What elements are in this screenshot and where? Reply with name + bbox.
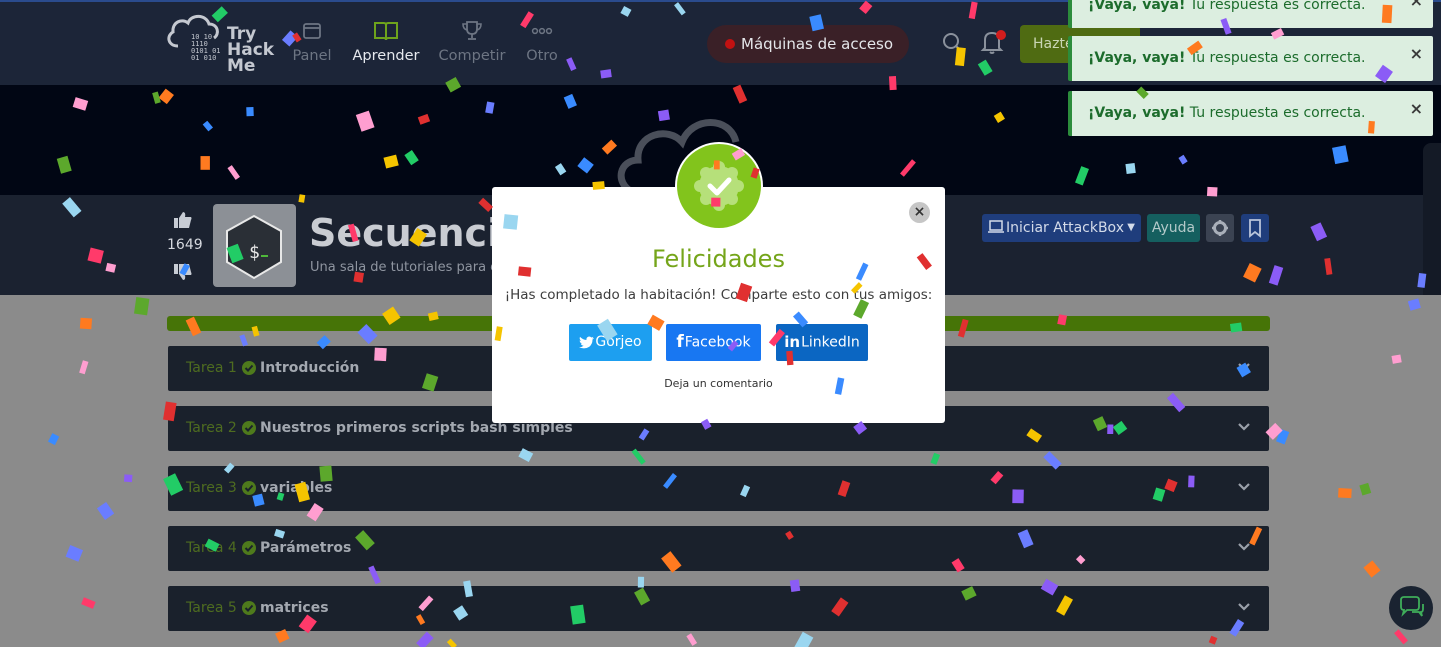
chevron-down-icon — [1238, 423, 1250, 431]
book-icon — [374, 22, 398, 41]
toast-close-icon[interactable]: × — [1410, 44, 1423, 63]
toast-close-icon[interactable]: × — [1410, 99, 1423, 118]
modal-subtitle: ¡Has completado la habitación! Comparte … — [504, 287, 933, 303]
leave-comment-link[interactable]: Deja un comentario — [492, 377, 945, 390]
toast-message: ¡Vaya, vaya! Tu respuesta es correcta. — [1088, 50, 1366, 66]
logo-wordmark: Try Hack Me — [227, 24, 275, 76]
task-name: Introducción — [260, 360, 360, 376]
nav-item-otro[interactable]: Otro — [522, 20, 562, 70]
task-name: matrices — [260, 600, 329, 616]
logo-binary: 10 10 1110 0101 01 01 010 — [191, 33, 221, 62]
nav-item-competir[interactable]: Competir — [438, 20, 506, 70]
thumbs-up-icon[interactable] — [173, 210, 193, 230]
room-icon: $ — [213, 204, 296, 287]
share-linkedin-button[interactable]: inLinkedIn — [776, 324, 868, 361]
task-number: Tarea 3 — [186, 480, 237, 496]
success-toast: ¡Vaya, vaya! Tu respuesta es correcta. × — [1068, 91, 1433, 136]
close-icon: × — [913, 204, 926, 220]
laptop-icon — [988, 220, 1004, 233]
check-circle-icon — [242, 481, 256, 495]
comment-label: Deja un comentario — [664, 377, 773, 390]
linkedin-icon: in — [784, 333, 801, 351]
tryhackme-logo[interactable]: 10 10 1110 0101 01 01 010 Try Hack Me — [164, 12, 276, 76]
nav-item-panel[interactable]: Panel — [289, 20, 335, 70]
chat-button[interactable] — [1389, 586, 1433, 630]
nav-item-label: Otro — [526, 48, 558, 64]
check-circle-icon — [242, 421, 256, 435]
task-row[interactable]: Tarea 3 variables — [168, 466, 1269, 511]
task-number: Tarea 2 — [186, 420, 237, 436]
access-machines-button[interactable]: Máquinas de acceso — [707, 25, 909, 63]
facebook-icon: f — [676, 332, 684, 352]
task-number: Tarea 1 — [186, 360, 237, 376]
nav-item-label: Panel — [292, 48, 332, 64]
success-toast: ¡Vaya, vaya! Tu respuesta es correcta. × — [1068, 36, 1433, 81]
bookmark-button[interactable] — [1241, 214, 1269, 242]
twitter-icon — [579, 335, 595, 348]
task-name: variables — [260, 480, 333, 496]
linkedin-label: LinkedIn — [801, 334, 860, 351]
notification-badge — [996, 30, 1006, 40]
status-dot — [725, 39, 735, 49]
dots-icon — [531, 27, 553, 35]
task-number: Tarea 4 — [186, 540, 237, 556]
search-icon[interactable] — [940, 30, 966, 56]
task-row[interactable]: Tarea 4 Parámetros — [168, 526, 1269, 571]
toast-close-icon[interactable]: × — [1410, 0, 1423, 10]
settings-button[interactable] — [1206, 214, 1234, 242]
facebook-label: Facebook — [684, 334, 751, 351]
success-toast: ¡Vaya, vaya! Tu respuesta es correcta. × — [1068, 0, 1433, 28]
modal-title: Felicidades — [652, 245, 785, 273]
share-facebook-button[interactable]: fFacebook — [666, 324, 761, 361]
check-circle-icon — [242, 361, 256, 375]
like-count: 1649 — [167, 237, 203, 253]
nav-item-aprender[interactable]: Aprender — [352, 20, 420, 70]
toast-message: ¡Vaya, vaya! Tu respuesta es correcta. — [1088, 0, 1366, 13]
dashboard-icon — [303, 23, 321, 39]
verified-check-icon — [694, 161, 744, 211]
attackbox-label: Iniciar AttackBox — [1006, 220, 1124, 236]
task-row[interactable]: Tarea 5 matrices — [168, 586, 1269, 631]
chevron-down-icon — [1238, 483, 1250, 491]
chevron-down-icon — [1238, 603, 1250, 611]
trophy-icon — [462, 21, 482, 40]
bash-icon: $ — [226, 214, 282, 280]
check-circle-icon — [242, 601, 256, 615]
task-number: Tarea 5 — [186, 600, 237, 616]
nav-item-label: Aprender — [352, 48, 420, 64]
room-subtitle: Una sala de tutoriales para e — [310, 260, 499, 275]
caret-down-icon[interactable]: ▼ — [1127, 214, 1135, 242]
share-twitter-button[interactable]: Gorjeo — [569, 324, 652, 361]
check-circle-icon — [242, 541, 256, 555]
gear-icon — [1212, 220, 1228, 236]
svg-text:$: $ — [249, 242, 260, 263]
chevron-down-icon — [1238, 543, 1250, 551]
access-machines-label: Máquinas de acceso — [741, 35, 894, 53]
nav-item-label: Competir — [438, 48, 506, 64]
thumbs-down-icon[interactable] — [173, 262, 193, 282]
help-label: Ayuda — [1151, 220, 1196, 236]
twitter-label: Gorjeo — [595, 334, 642, 350]
chat-icon — [1400, 596, 1424, 617]
completion-badge — [677, 144, 761, 228]
help-button[interactable]: Ayuda — [1147, 214, 1200, 242]
chevron-down-icon — [1238, 363, 1250, 371]
toast-message: ¡Vaya, vaya! Tu respuesta es correcta. — [1088, 105, 1366, 121]
modal-close-button[interactable]: × — [909, 202, 930, 223]
bookmark-icon — [1249, 219, 1261, 238]
start-attackbox-button[interactable]: Iniciar AttackBox ▼ — [982, 214, 1141, 242]
task-name: Parámetros — [260, 540, 352, 556]
